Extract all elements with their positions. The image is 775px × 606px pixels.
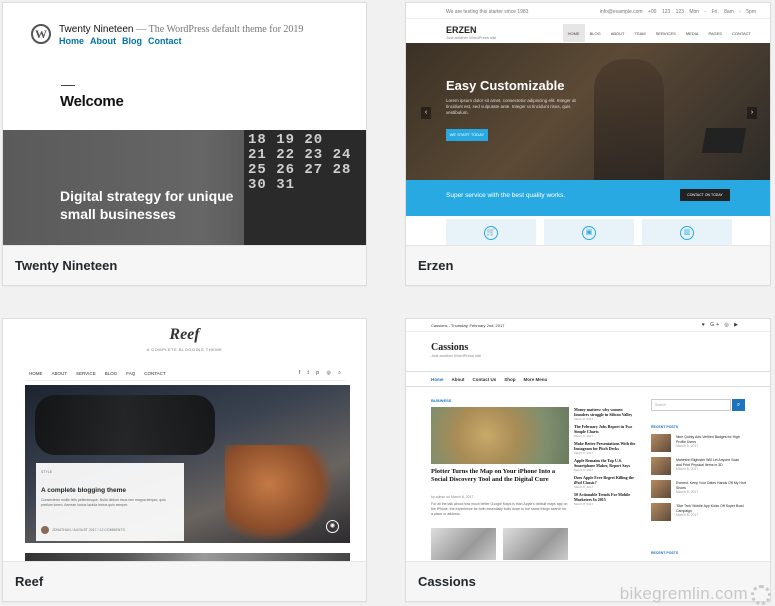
- list-item: Nine Quirky Ads Verified Badges for High…: [651, 434, 746, 455]
- avatar: [41, 526, 49, 534]
- feature-box: 🛒: [446, 219, 536, 246]
- theme-screenshot[interactable]: We are testing this starter since 1983 i…: [406, 3, 770, 246]
- site-tagline: Just another WordPress site: [446, 35, 497, 40]
- person-image: [594, 59, 664, 180]
- post-headline: Plotter Turns the Map on Your iPhone Int…: [431, 468, 556, 483]
- post-meta: by admin on March 8, 2017: [431, 495, 474, 499]
- arrow-left-icon: ‹: [421, 107, 431, 119]
- main-menu: Home About Contact Us Shop More Menu: [406, 371, 770, 387]
- camera-icon: ◉: [326, 520, 339, 533]
- cart-icon: 🛒: [484, 226, 498, 240]
- post-category: STYLE: [41, 470, 53, 474]
- main-menu: HOME BLOG ABOUT TEAM SERVICES MEDIA PAGES CONTA…: [562, 24, 756, 42]
- feature-box: ▥: [642, 219, 732, 246]
- theme-card-erzen[interactable]: We are testing this starter since 1983 i…: [405, 2, 771, 286]
- briefcase-icon: ▣: [582, 226, 596, 240]
- list-item: Money matters: why women founders strugg…: [574, 407, 633, 421]
- recent-posts: Nine Quirky Ads Verified Badges for High…: [651, 434, 746, 526]
- site-nav: Home About Blog Contact: [59, 36, 182, 46]
- list-item: Apple Remains the Top U.S. Smartphone Ma…: [574, 458, 631, 472]
- search-input: Search: [651, 399, 731, 411]
- top-bar: Cassions - Thursday, February 2nd, 2017 …: [406, 319, 770, 332]
- site-title: Twenty Nineteen — The WordPress default …: [59, 24, 304, 35]
- section-label: BUSINESS: [431, 398, 452, 403]
- post-meta: JONATHAN / AUGUST 2017 / 12 COMMENTS: [41, 526, 125, 534]
- map-image: [431, 407, 569, 464]
- list-item: The February Jobs Report in Two Simple C…: [574, 424, 633, 438]
- list-item: 'Star Trek' Mobile App Kicks Off Super B…: [651, 503, 746, 524]
- laptop-image: [701, 128, 747, 153]
- post-excerpt: Consectetur mollis felis pellentesque. N…: [41, 498, 166, 507]
- hero-text: Digital strategy for unique small busine…: [60, 188, 234, 222]
- hero-title: Easy Customizable: [446, 78, 565, 93]
- list-item: Maheshri Bigfoster Will Let Anyone Scan …: [651, 457, 746, 478]
- site-tagline: A COMPLETE BLOGGING THEME: [146, 347, 223, 352]
- callout-band: Super service with the best quality work…: [406, 180, 770, 216]
- theme-name[interactable]: Reef: [3, 561, 366, 601]
- theme-screenshot[interactable]: Reef A COMPLETE BLOGGING THEME HOME ABOUT…: [3, 319, 366, 562]
- arrow-right-icon: ›: [747, 107, 757, 119]
- social-icons: ♥ G+ ◎ ▶: [701, 322, 740, 328]
- search-icon: ⌕: [732, 399, 745, 411]
- featured-post-image: STYLE A complete blogging theme Consecte…: [25, 385, 350, 543]
- site-brand: Reef: [169, 326, 200, 343]
- post-title: A complete blogging theme: [41, 487, 126, 494]
- post-thumbnail: [431, 528, 496, 560]
- list-item: Everest. Keep Your Dates Hands Off My Hu…: [651, 480, 746, 501]
- hero-text: Lorem ipsum dolor sit amet, consectetur …: [446, 98, 576, 115]
- page-heading: Welcome: [60, 93, 124, 110]
- watermark: bikegremlin.com: [620, 584, 771, 605]
- featured-post-card: STYLE A complete blogging theme Consecte…: [36, 463, 184, 541]
- site-brand: Cassions: [431, 342, 469, 353]
- feature-box: ▣: [544, 219, 634, 246]
- divider: [61, 85, 75, 86]
- theme-name[interactable]: Erzen: [406, 245, 770, 285]
- hero-button: WE START TODAY: [446, 129, 488, 141]
- theme-screenshot[interactable]: W Twenty Nineteen — The WordPress defaul…: [3, 3, 366, 246]
- chart-icon: ▥: [680, 226, 694, 240]
- site-tagline: Just another WordPress site: [431, 353, 482, 358]
- theme-screenshot[interactable]: Cassions - Thursday, February 2nd, 2017 …: [406, 319, 770, 562]
- top-bar: We are testing this starter since 1983 i…: [406, 3, 770, 19]
- calendar-image: 18 19 20 21 22 23 24 25 26 27 28 30 31: [244, 130, 366, 246]
- wordpress-logo-icon: W: [31, 24, 51, 44]
- theme-grid: W Twenty Nineteen — The WordPress defaul…: [0, 0, 775, 606]
- sidebar-heading: RECENT POSTS: [651, 425, 679, 429]
- photo-detail: [35, 395, 215, 455]
- list-item: Make Better Presentations With the Insta…: [574, 441, 636, 455]
- list-item: Does Apple Ever Regret Killing the iPod …: [574, 475, 634, 489]
- hero-slider: Easy Customizable Lorem ipsum dolor sit …: [406, 43, 770, 180]
- site-brand: ERZEN: [446, 25, 477, 35]
- theme-card-reef[interactable]: Reef A COMPLETE BLOGGING THEME HOME ABOUT…: [2, 318, 367, 602]
- post-excerpt: For all the talk about how much better G…: [431, 502, 568, 516]
- list-item: 50 Actionable Trends For Mobile Marketer…: [574, 492, 631, 506]
- sidebar-heading: RECENT POSTS: [651, 551, 679, 555]
- main-menu: HOME ABOUT SERVICE BLOG FAQ CONTACT f t p ◎ ⌕: [25, 367, 346, 381]
- photo-detail: [225, 445, 335, 543]
- theme-name[interactable]: Twenty Nineteen: [3, 245, 366, 285]
- theme-card-twenty-nineteen[interactable]: W Twenty Nineteen — The WordPress defaul…: [2, 2, 367, 286]
- hero-banner: 18 19 20 21 22 23 24 25 26 27 28 30 31 D…: [3, 130, 366, 246]
- gear-icon: [751, 585, 771, 605]
- post-thumbnail: [503, 528, 568, 560]
- theme-card-cassions[interactable]: Cassions - Thursday, February 2nd, 2017 …: [405, 318, 771, 602]
- social-icons: f t p ◎ ⌕: [298, 370, 344, 376]
- post-list: Money matters: why women founders strugg…: [574, 407, 638, 509]
- contact-button: CONTACT ON TODAY: [680, 189, 730, 201]
